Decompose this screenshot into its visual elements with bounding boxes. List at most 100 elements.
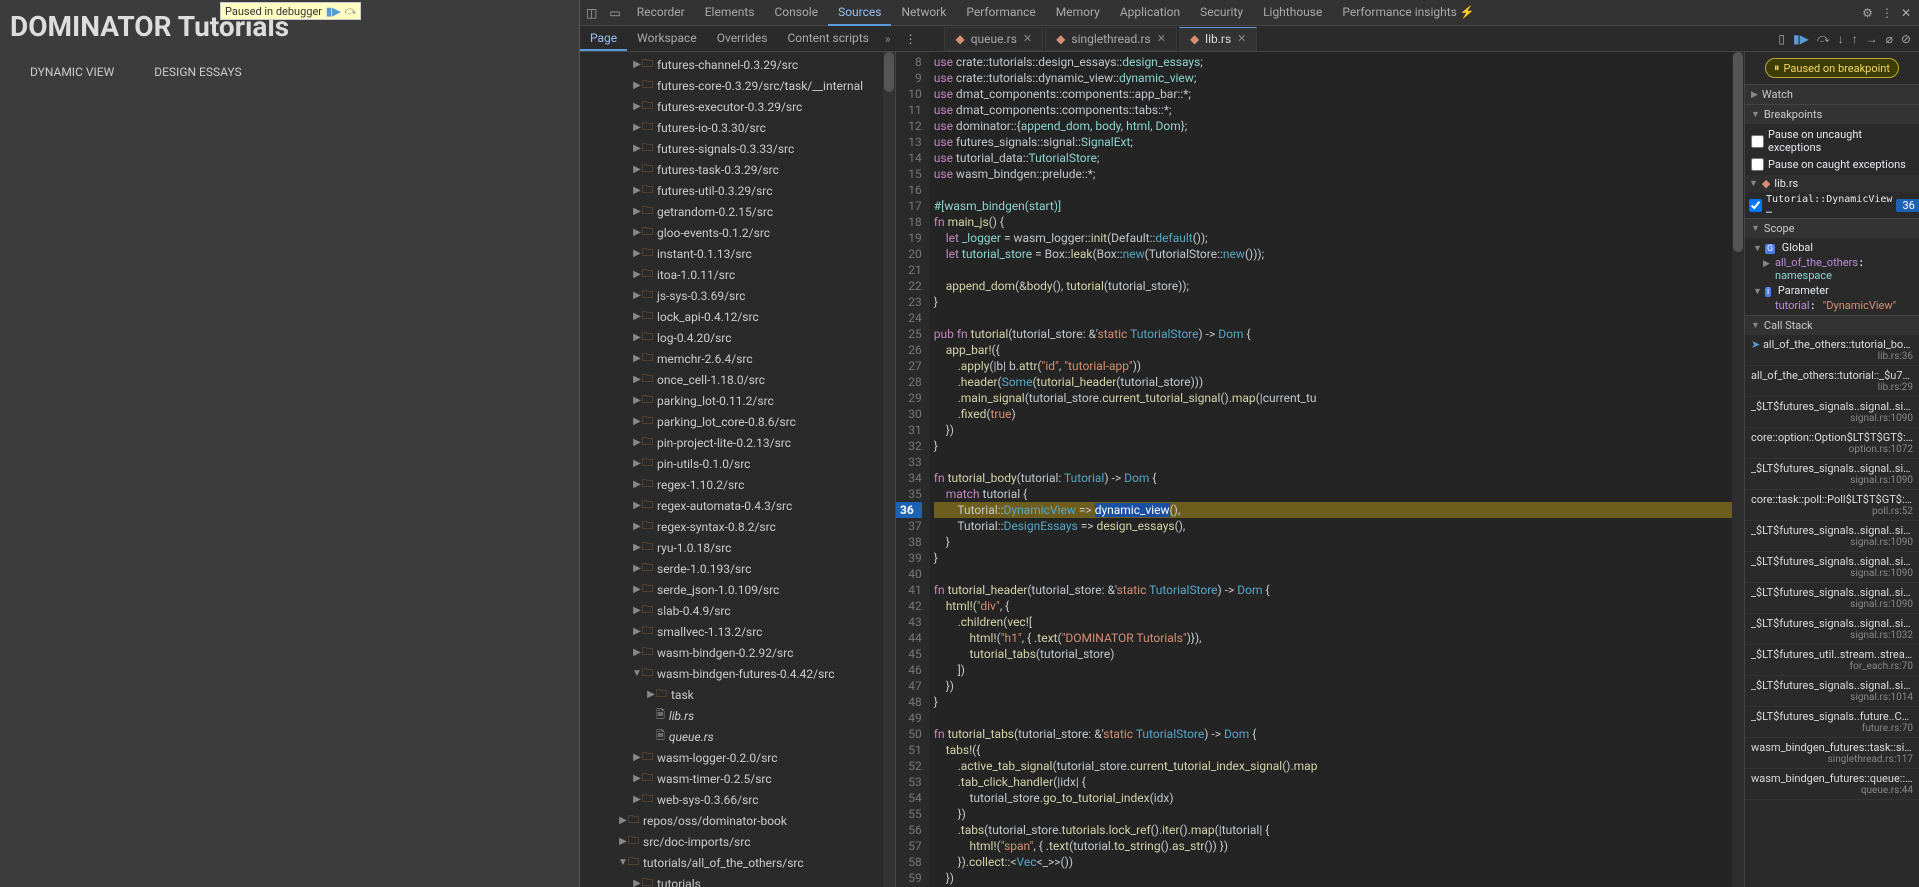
devtools-tab-network[interactable]: Network: [891, 0, 956, 26]
close-icon[interactable]: ✕: [1023, 32, 1032, 45]
tree-folder[interactable]: ▶🗀wasm-bindgen-0.2.92/src: [580, 642, 895, 663]
tree-folder[interactable]: ▶🗀regex-automata-0.4.3/src: [580, 495, 895, 516]
step-out-icon[interactable]: ↑: [1852, 32, 1858, 46]
tree-folder[interactable]: ▶🗀log-0.4.20/src: [580, 327, 895, 348]
step-over-icon[interactable]: ⤼: [1817, 31, 1830, 46]
callstack-frame[interactable]: _$LT$futures_signals..signal..signa…sign…: [1745, 614, 1919, 645]
callstack-frame[interactable]: _$LT$futures_signals..signal..signa…sign…: [1745, 521, 1919, 552]
tree-folder[interactable]: ▶🗀lock_api-0.4.12/src: [580, 306, 895, 327]
tree-folder[interactable]: ▼🗀wasm-bindgen-futures-0.4.42/src: [580, 663, 895, 684]
app-tab-design-essays[interactable]: DESIGN ESSAYS: [154, 65, 241, 79]
breakpoint-checkbox[interactable]: [1749, 199, 1762, 212]
tree-folder[interactable]: ▶🗀regex-syntax-0.8.2/src: [580, 516, 895, 537]
close-icon[interactable]: ✕: [1901, 6, 1911, 20]
sub-tab-overrides[interactable]: Overrides: [707, 27, 778, 51]
tree-folder[interactable]: ▶🗀regex-1.10.2/src: [580, 474, 895, 495]
gear-icon[interactable]: ⚙: [1862, 6, 1873, 20]
tree-folder[interactable]: ▶🗀smallvec-1.13.2/src: [580, 621, 895, 642]
breakpoint-item[interactable]: Tutorial::DynamicView … 36: [1745, 192, 1919, 218]
tree-folder[interactable]: ▶🗀ryu-1.0.18/src: [580, 537, 895, 558]
tree-folder[interactable]: ▶🗀getrandom-0.2.15/src: [580, 201, 895, 222]
pause-uncaught-checkbox[interactable]: Pause on uncaught exceptions: [1751, 126, 1913, 156]
callstack-frame[interactable]: _$LT$futures_signals..signal..signa…sign…: [1745, 552, 1919, 583]
callstack-frame[interactable]: _$LT$futures_signals..signal..signa…sign…: [1745, 397, 1919, 428]
callstack-frame[interactable]: _$LT$futures_signals..future..Canc…futur…: [1745, 707, 1919, 738]
callstack-frame[interactable]: _$LT$futures_util..stream..stream…for_ea…: [1745, 645, 1919, 676]
devtools-tab-performance-insights-[interactable]: Performance insights ⚡: [1332, 0, 1484, 26]
devtools-tab-memory[interactable]: Memory: [1046, 0, 1110, 26]
deactivate-breakpoints-icon[interactable]: ⌀: [1886, 32, 1893, 46]
devtools-tab-application[interactable]: Application: [1110, 0, 1190, 26]
tree-folder[interactable]: ▶🗀tutorials: [580, 873, 895, 887]
tree-file[interactable]: 🗎queue.rs: [580, 726, 895, 747]
watch-header[interactable]: ▶Watch: [1745, 84, 1919, 104]
resume-button[interactable]: ▮▶: [326, 5, 341, 18]
tree-folder[interactable]: ▶🗀pin-project-lite-0.2.13/src: [580, 432, 895, 453]
close-icon[interactable]: ✕: [1237, 32, 1246, 45]
tree-folder[interactable]: ▶🗀wasm-timer-0.2.5/src: [580, 768, 895, 789]
devtools-tab-recorder[interactable]: Recorder: [627, 0, 695, 26]
breakpoints-header[interactable]: ▼Breakpoints: [1745, 104, 1919, 124]
tree-folder[interactable]: ▶🗀futures-signals-0.3.33/src: [580, 138, 895, 159]
tree-folder[interactable]: ▶🗀gloo-events-0.1.2/src: [580, 222, 895, 243]
callstack-frame[interactable]: wasm_bindgen_futures::queue::Q…queue.rs:…: [1745, 769, 1919, 800]
tree-folder[interactable]: ▶🗀futures-channel-0.3.29/src: [580, 54, 895, 75]
callstack-frame[interactable]: all_of_the_others::tutorial_body::…lib.r…: [1745, 335, 1919, 366]
devtools-tab-performance[interactable]: Performance: [956, 0, 1045, 26]
devtools-tab-console[interactable]: Console: [764, 0, 828, 26]
tree-folder[interactable]: ▶🗀futures-io-0.3.30/src: [580, 117, 895, 138]
file-tab-singlethread-rs[interactable]: ◆singlethread.rs✕: [1045, 27, 1177, 51]
app-tab-dynamic-view[interactable]: DYNAMIC VIEW: [30, 65, 114, 79]
callstack-frame[interactable]: _$LT$futures_signals..signal..signa…sign…: [1745, 676, 1919, 707]
tree-folder[interactable]: ▶🗀futures-executor-0.3.29/src: [580, 96, 895, 117]
pause-exceptions-icon[interactable]: ⊘: [1901, 32, 1911, 46]
device-toggle-icon[interactable]: ▭: [603, 6, 626, 20]
callstack-frame[interactable]: _$LT$futures_signals..signal..signa…sign…: [1745, 583, 1919, 614]
sub-tab-content-scripts[interactable]: Content scripts: [777, 27, 878, 51]
scope-var-tutorial[interactable]: tutorial: "DynamicView": [1751, 298, 1913, 313]
close-icon[interactable]: ✕: [1157, 32, 1166, 45]
devtools-tab-lighthouse[interactable]: Lighthouse: [1253, 0, 1332, 26]
callstack-frame[interactable]: core::task::poll::Poll$LT$T$GT$::m…poll.…: [1745, 490, 1919, 521]
scope-header[interactable]: ▼Scope: [1745, 218, 1919, 238]
step-icon[interactable]: →: [1866, 32, 1878, 46]
callstack-header[interactable]: ▼Call Stack: [1745, 315, 1919, 335]
step-into-icon[interactable]: ↓: [1838, 32, 1844, 46]
tree-folder[interactable]: ▶🗀parking_lot_core-0.8.6/src: [580, 411, 895, 432]
tree-folder[interactable]: ▶🗀futures-util-0.3.29/src: [580, 180, 895, 201]
step-button[interactable]: ⤼: [345, 4, 357, 18]
tree-folder[interactable]: ▶🗀futures-task-0.3.29/src: [580, 159, 895, 180]
callstack-frame[interactable]: all_of_the_others::tutorial::_$u7b…lib.r…: [1745, 366, 1919, 397]
tree-folder[interactable]: ▶🗀src/doc-imports/src: [580, 831, 895, 852]
sources-menu-icon[interactable]: ⋮: [896, 32, 924, 46]
callstack-frame[interactable]: _$LT$futures_signals..signal..signa…sign…: [1745, 459, 1919, 490]
scope-global[interactable]: ▼G Global: [1751, 240, 1913, 255]
file-navigator[interactable]: ▶🗀futures-channel-0.3.29/src▶🗀futures-co…: [580, 52, 896, 887]
tree-folder[interactable]: ▶🗀itoa-1.0.11/src: [580, 264, 895, 285]
pause-caught-checkbox[interactable]: Pause on caught exceptions: [1751, 156, 1913, 173]
callstack-frame[interactable]: wasm_bindgen_futures::task::sing…singlet…: [1745, 738, 1919, 769]
tree-folder[interactable]: ▶🗀repos/oss/dominator-book: [580, 810, 895, 831]
tree-folder[interactable]: ▶🗀slab-0.4.9/src: [580, 600, 895, 621]
code-area[interactable]: use crate::tutorials::design_essays::des…: [930, 52, 1744, 887]
scope-var-others[interactable]: ▶all_of_the_others: namespace: [1751, 255, 1913, 283]
file-tab-lib-rs[interactable]: ◆lib.rs✕: [1179, 27, 1257, 51]
more-tabs-icon[interactable]: »: [879, 32, 897, 46]
hide-debugger-icon[interactable]: ▯: [1778, 32, 1785, 46]
tree-folder[interactable]: ▶🗀memchr-2.6.4/src: [580, 348, 895, 369]
scope-parameter[interactable]: ▼i Parameter: [1751, 283, 1913, 298]
tree-scrollbar[interactable]: [883, 52, 895, 887]
callstack-list[interactable]: all_of_the_others::tutorial_body::…lib.r…: [1745, 335, 1919, 887]
tree-folder[interactable]: ▶🗀instant-0.1.13/src: [580, 243, 895, 264]
breakpoint-file-row[interactable]: ▼◆lib.rs: [1745, 175, 1919, 192]
file-tab-queue-rs[interactable]: ◆queue.rs✕: [944, 27, 1043, 51]
callstack-frame[interactable]: core::option::Option$LT$T$GT$::m…option.…: [1745, 428, 1919, 459]
tree-file[interactable]: 🗎lib.rs: [580, 705, 895, 726]
tree-folder[interactable]: ▶🗀serde_json-1.0.109/src: [580, 579, 895, 600]
sub-tab-page[interactable]: Page: [580, 27, 627, 51]
inspect-icon[interactable]: ◫: [580, 6, 603, 20]
tree-folder[interactable]: ▶🗀serde-1.0.193/src: [580, 558, 895, 579]
tree-folder[interactable]: ▼🗀tutorials/all_of_the_others/src: [580, 852, 895, 873]
devtools-tab-sources[interactable]: Sources: [828, 0, 891, 26]
tree-folder[interactable]: ▶🗀web-sys-0.3.66/src: [580, 789, 895, 810]
